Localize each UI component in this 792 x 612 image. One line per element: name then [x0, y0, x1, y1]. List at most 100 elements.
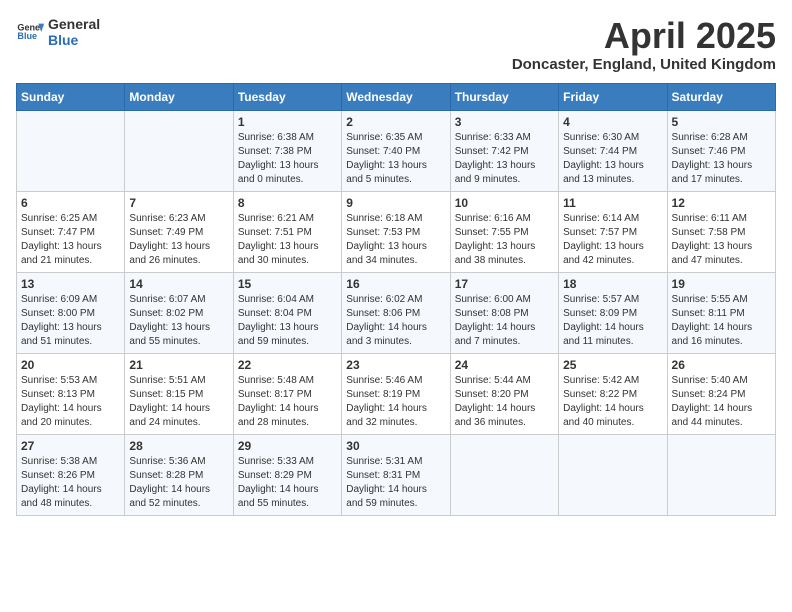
- day-number: 24: [455, 358, 554, 372]
- main-title: April 2025: [512, 16, 776, 56]
- day-info: Sunrise: 6:28 AM Sunset: 7:46 PM Dayligh…: [672, 131, 771, 187]
- day-info: Sunrise: 5:53 AM Sunset: 8:13 PM Dayligh…: [21, 374, 120, 430]
- day-number: 15: [238, 277, 337, 291]
- day-info: Sunrise: 6:09 AM Sunset: 8:00 PM Dayligh…: [21, 293, 120, 349]
- calendar-cell: 29 Sunrise: 5:33 AM Sunset: 8:29 PM Dayli…: [233, 434, 341, 515]
- day-info: Sunrise: 5:46 AM Sunset: 8:19 PM Dayligh…: [346, 374, 445, 430]
- calendar-cell: 7Sunrise: 6:23 AM Sunset: 7:49 PM Daylig…: [125, 191, 233, 272]
- day-info: Sunrise: 5:40 AM Sunset: 8:24 PM Dayligh…: [672, 374, 771, 430]
- day-number: 20: [21, 358, 120, 372]
- day-number: 29: [238, 439, 337, 453]
- calendar-cell: [125, 110, 233, 191]
- weekday-header: Sunday: [17, 83, 125, 110]
- day-info: Sunrise: 5:36 AM Sunset: 8:28 PM Dayligh…: [129, 455, 228, 511]
- day-number: 9: [346, 196, 445, 210]
- day-number: 23: [346, 358, 445, 372]
- day-info: Sunrise: 5:51 AM Sunset: 8:15 PM Dayligh…: [129, 374, 228, 430]
- day-number: 4: [563, 115, 662, 129]
- calendar-cell: 25Sunrise: 5:42 AM Sunset: 8:22 PM Dayli…: [559, 353, 667, 434]
- day-number: 5: [672, 115, 771, 129]
- day-info: Sunrise: 6:02 AM Sunset: 8:06 PM Dayligh…: [346, 293, 445, 349]
- day-number: 18: [563, 277, 662, 291]
- day-number: 30: [346, 439, 445, 453]
- day-info: Sunrise: 6:18 AM Sunset: 7:53 PM Dayligh…: [346, 212, 445, 268]
- title-block: April 2025 Doncaster, England, United Ki…: [512, 16, 776, 73]
- calendar-cell: [450, 434, 558, 515]
- day-info: Sunrise: 5:48 AM Sunset: 8:17 PM Dayligh…: [238, 374, 337, 430]
- day-number: 27: [21, 439, 120, 453]
- logo-general-text: General: [48, 16, 100, 32]
- day-number: 1: [238, 115, 337, 129]
- calendar-cell: 11 Sunrise: 6:14 AM Sunset: 7:57 PM Dayli…: [559, 191, 667, 272]
- day-number: 7: [129, 196, 228, 210]
- day-info: Sunrise: 6:16 AM Sunset: 7:55 PM Dayligh…: [455, 212, 554, 268]
- calendar-cell: 1Sunrise: 6:38 AM Sunset: 7:38 PM Daylig…: [233, 110, 341, 191]
- day-number: 21: [129, 358, 228, 372]
- calendar-week-row: 27Sunrise: 5:38 AM Sunset: 8:26 PM Dayli…: [17, 434, 776, 515]
- calendar-week-row: 6Sunrise: 6:25 AM Sunset: 7:47 PM Daylig…: [17, 191, 776, 272]
- day-number: 17: [455, 277, 554, 291]
- day-number: 25: [563, 358, 662, 372]
- calendar-cell: [17, 110, 125, 191]
- logo-icon: General Blue: [16, 18, 44, 46]
- calendar-cell: 8Sunrise: 6:21 AM Sunset: 7:51 PM Daylig…: [233, 191, 341, 272]
- calendar-cell: 21 Sunrise: 5:51 AM Sunset: 8:15 PM Dayli…: [125, 353, 233, 434]
- weekday-header: Wednesday: [342, 83, 450, 110]
- day-number: 28: [129, 439, 228, 453]
- day-number: 10: [455, 196, 554, 210]
- calendar-cell: 28 Sunrise: 5:36 AM Sunset: 8:28 PM Dayli…: [125, 434, 233, 515]
- day-number: 3: [455, 115, 554, 129]
- calendar-week-row: 13 Sunrise: 6:09 AM Sunset: 8:00 PM Dayli…: [17, 272, 776, 353]
- calendar-cell: [559, 434, 667, 515]
- day-info: Sunrise: 6:07 AM Sunset: 8:02 PM Dayligh…: [129, 293, 228, 349]
- day-number: 11: [563, 196, 662, 210]
- day-number: 13: [21, 277, 120, 291]
- subtitle: Doncaster, England, United Kingdom: [512, 56, 776, 73]
- day-info: Sunrise: 5:57 AM Sunset: 8:09 PM Dayligh…: [563, 293, 662, 349]
- logo-blue-text: Blue: [48, 32, 100, 48]
- calendar-cell: 6Sunrise: 6:25 AM Sunset: 7:47 PM Daylig…: [17, 191, 125, 272]
- calendar: SundayMondayTuesdayWednesdayThursdayFrid…: [16, 83, 776, 516]
- day-number: 22: [238, 358, 337, 372]
- weekday-header: Friday: [559, 83, 667, 110]
- weekday-header: Monday: [125, 83, 233, 110]
- weekday-header: Thursday: [450, 83, 558, 110]
- weekday-header: Saturday: [667, 83, 775, 110]
- calendar-cell: 26 Sunrise: 5:40 AM Sunset: 8:24 PM Dayli…: [667, 353, 775, 434]
- day-info: Sunrise: 6:04 AM Sunset: 8:04 PM Dayligh…: [238, 293, 337, 349]
- day-number: 8: [238, 196, 337, 210]
- calendar-cell: 22 Sunrise: 5:48 AM Sunset: 8:17 PM Dayli…: [233, 353, 341, 434]
- calendar-body: 1Sunrise: 6:38 AM Sunset: 7:38 PM Daylig…: [17, 110, 776, 515]
- day-info: Sunrise: 5:44 AM Sunset: 8:20 PM Dayligh…: [455, 374, 554, 430]
- day-info: Sunrise: 5:33 AM Sunset: 8:29 PM Dayligh…: [238, 455, 337, 511]
- calendar-cell: 23 Sunrise: 5:46 AM Sunset: 8:19 PM Dayli…: [342, 353, 450, 434]
- day-info: Sunrise: 6:11 AM Sunset: 7:58 PM Dayligh…: [672, 212, 771, 268]
- header: General Blue General Blue April 2025 Don…: [16, 16, 776, 73]
- day-info: Sunrise: 6:33 AM Sunset: 7:42 PM Dayligh…: [455, 131, 554, 187]
- calendar-cell: 18 Sunrise: 5:57 AM Sunset: 8:09 PM Dayli…: [559, 272, 667, 353]
- calendar-cell: 14 Sunrise: 6:07 AM Sunset: 8:02 PM Dayli…: [125, 272, 233, 353]
- day-info: Sunrise: 6:30 AM Sunset: 7:44 PM Dayligh…: [563, 131, 662, 187]
- day-number: 12: [672, 196, 771, 210]
- calendar-cell: 20 Sunrise: 5:53 AM Sunset: 8:13 PM Dayli…: [17, 353, 125, 434]
- weekday-row: SundayMondayTuesdayWednesdayThursdayFrid…: [17, 83, 776, 110]
- calendar-cell: 3 Sunrise: 6:33 AM Sunset: 7:42 PM Daylig…: [450, 110, 558, 191]
- calendar-cell: 13 Sunrise: 6:09 AM Sunset: 8:00 PM Dayli…: [17, 272, 125, 353]
- calendar-cell: 15 Sunrise: 6:04 AM Sunset: 8:04 PM Dayli…: [233, 272, 341, 353]
- day-info: Sunrise: 5:55 AM Sunset: 8:11 PM Dayligh…: [672, 293, 771, 349]
- day-number: 2: [346, 115, 445, 129]
- calendar-cell: 12 Sunrise: 6:11 AM Sunset: 7:58 PM Dayli…: [667, 191, 775, 272]
- day-number: 19: [672, 277, 771, 291]
- calendar-cell: 27Sunrise: 5:38 AM Sunset: 8:26 PM Dayli…: [17, 434, 125, 515]
- day-info: Sunrise: 6:14 AM Sunset: 7:57 PM Dayligh…: [563, 212, 662, 268]
- calendar-cell: 9 Sunrise: 6:18 AM Sunset: 7:53 PM Daylig…: [342, 191, 450, 272]
- day-number: 26: [672, 358, 771, 372]
- calendar-cell: 2Sunrise: 6:35 AM Sunset: 7:40 PM Daylig…: [342, 110, 450, 191]
- calendar-cell: 24 Sunrise: 5:44 AM Sunset: 8:20 PM Dayli…: [450, 353, 558, 434]
- calendar-cell: 4 Sunrise: 6:30 AM Sunset: 7:44 PM Daylig…: [559, 110, 667, 191]
- day-number: 6: [21, 196, 120, 210]
- day-number: 16: [346, 277, 445, 291]
- day-info: Sunrise: 6:00 AM Sunset: 8:08 PM Dayligh…: [455, 293, 554, 349]
- day-number: 14: [129, 277, 228, 291]
- calendar-cell: [667, 434, 775, 515]
